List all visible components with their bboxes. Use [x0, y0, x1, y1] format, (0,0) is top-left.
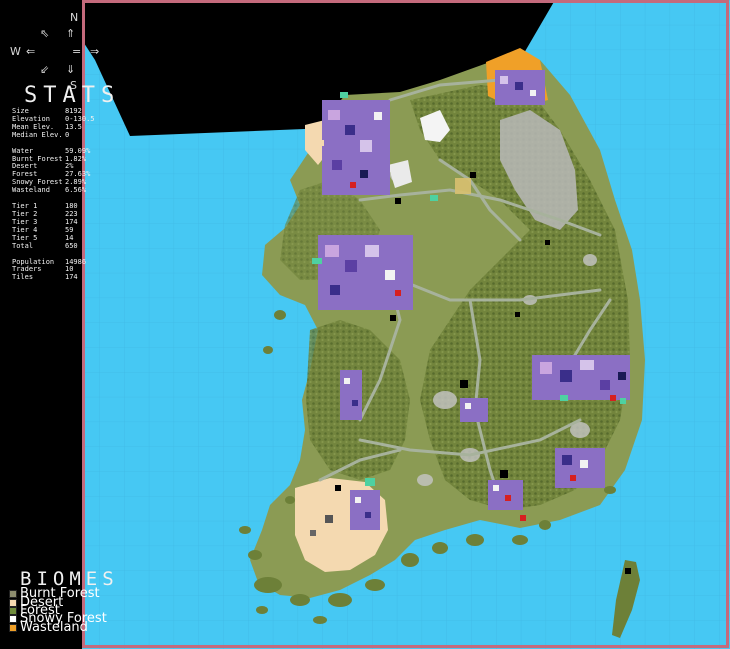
- stats-key: Tiles: [12, 273, 34, 282]
- town-east[interactable]: [532, 355, 630, 401]
- compass-south-west-arrow-icon: ⇙: [40, 63, 50, 76]
- stats-table: Size 8192 Elevation 0-130.5 Mean Elev. 13.5 Me…: [12, 107, 95, 282]
- stats-key: Median Elev.: [12, 130, 63, 139]
- town-north-west[interactable]: [318, 100, 390, 195]
- stats-key: Wasteland: [12, 186, 50, 195]
- stats-value: 6.56%: [65, 186, 87, 195]
- biome-swatch: [9, 598, 17, 607]
- compass-west-arrow-icon: ⇐: [26, 45, 36, 58]
- stats-value: 650: [65, 241, 78, 250]
- town-south[interactable]: [488, 480, 523, 510]
- compass-west-label: W: [10, 45, 21, 58]
- town-central-west[interactable]: [318, 235, 413, 310]
- biome-swatch: [9, 606, 17, 615]
- stats-row: Tiles 174: [12, 273, 95, 282]
- biome-legend: Burnt Forest Desert Forest Snowy Forest Wast…: [9, 587, 107, 635]
- east-island-town: [625, 568, 631, 574]
- town-north-east[interactable]: [495, 70, 545, 105]
- town-central[interactable]: [460, 398, 488, 422]
- stats-key: Total: [12, 241, 34, 250]
- compass-equals-icon: =: [72, 45, 82, 58]
- stats-row: Total 650: [12, 241, 95, 251]
- town-south-east[interactable]: [555, 448, 605, 488]
- compass-south-arrow-icon: ⇓: [66, 63, 76, 76]
- town-west[interactable]: [340, 370, 362, 420]
- compass-north-label: N: [70, 11, 79, 24]
- compass-east-arrow-icon: ⇒: [90, 45, 100, 58]
- biome-swatch: [9, 623, 17, 632]
- stats-value: 174: [65, 273, 78, 282]
- stats-value: 0: [65, 130, 70, 139]
- compass-north-arrow-icon: ⇑: [66, 27, 76, 40]
- town-desert[interactable]: [350, 490, 380, 530]
- biome-swatch: [9, 590, 17, 599]
- stats-row: Median Elev. 0: [12, 130, 95, 140]
- compass-north-west-arrow-icon: ⇖: [40, 27, 50, 40]
- stats-row: Wasteland 6.56%: [12, 186, 95, 195]
- biome-label: Wasteland: [20, 619, 88, 635]
- biome-swatch: [9, 615, 17, 624]
- stats-title: STATS: [24, 83, 121, 108]
